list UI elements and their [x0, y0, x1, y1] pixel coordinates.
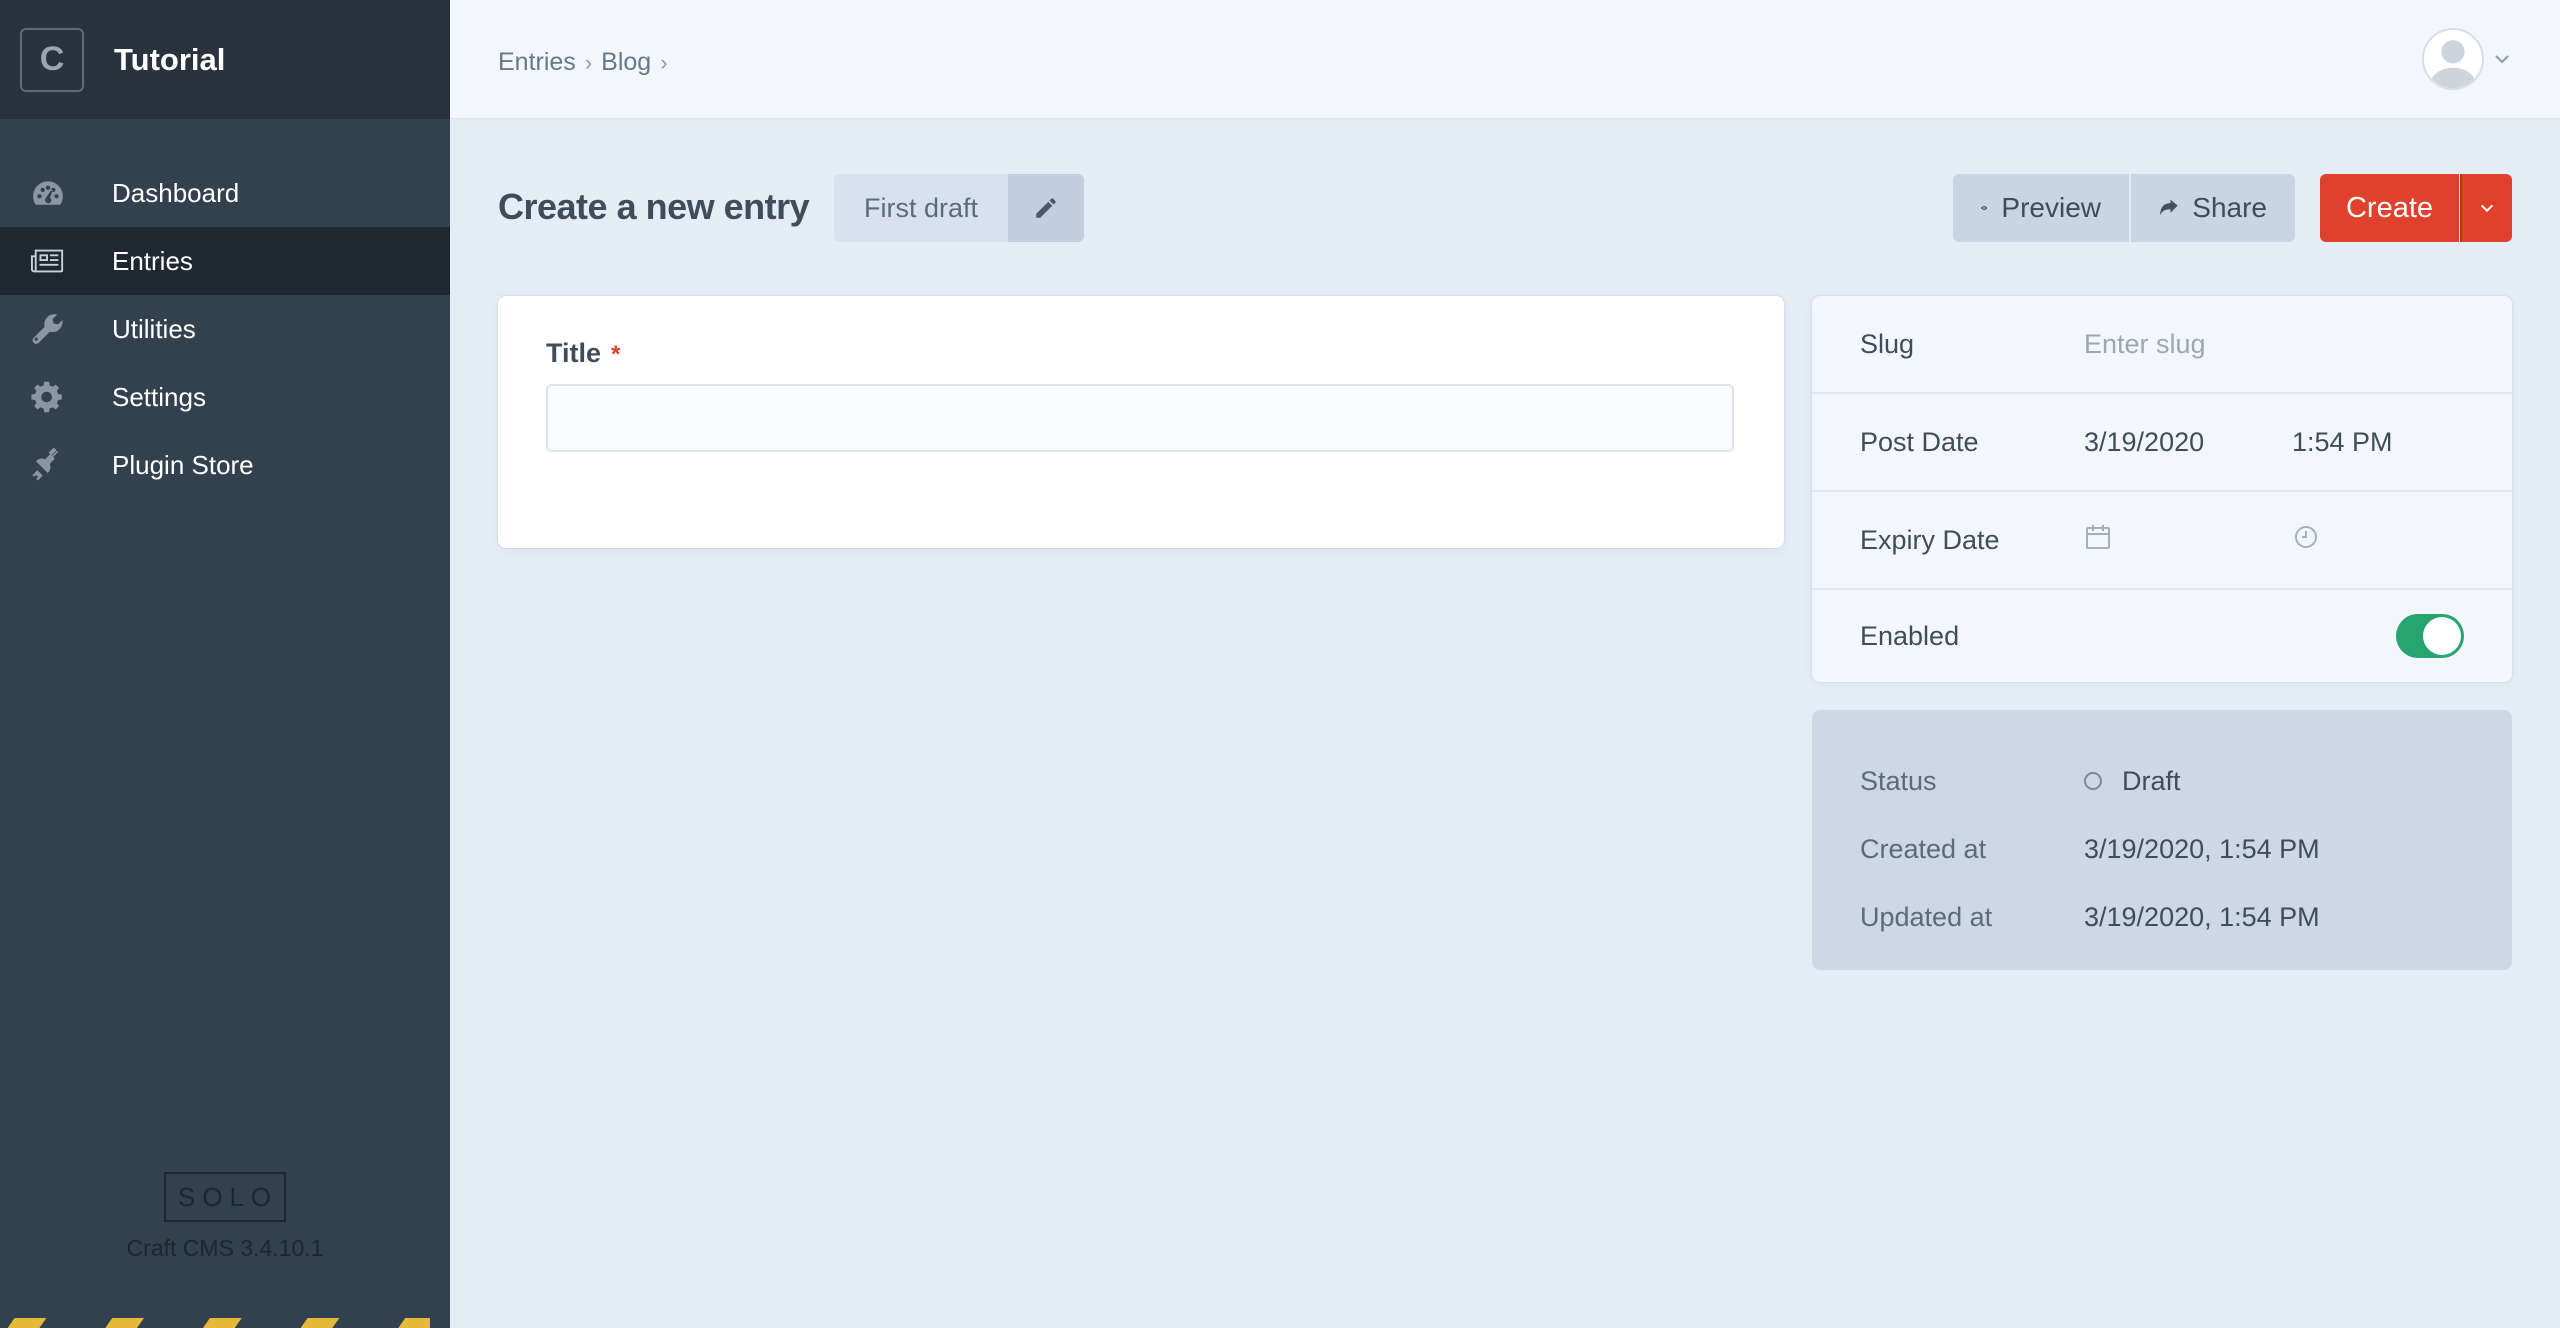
post-date-row: Post Date 3/19/2020 1:54 PM [1812, 394, 2512, 492]
site-name[interactable]: Tutorial [114, 42, 225, 78]
breadcrumb: Entries › Blog › [498, 48, 677, 77]
nav-label-plugin-store: Plugin Store [112, 449, 254, 480]
enabled-label: Enabled [1860, 620, 1960, 651]
breadcrumb-separator-icon: › [584, 49, 593, 75]
status-value: Draft [2084, 766, 2181, 797]
chevron-down-icon [2480, 204, 2494, 213]
nav-item-entries[interactable]: Entries [0, 227, 450, 295]
title-field-label: Title * [546, 338, 620, 369]
breadcrumb-separator-icon: › [660, 49, 668, 75]
nav-label-entries: Entries [112, 245, 193, 276]
breadcrumb-entries[interactable]: Entries [498, 48, 576, 77]
draft-name: First draft [834, 174, 1009, 242]
clock-icon [2295, 525, 2317, 548]
nav-item-settings[interactable]: Settings [0, 363, 450, 431]
eye-icon [1981, 205, 1988, 211]
global-header: Entries › Blog › [450, 0, 2560, 119]
main-nav: Dashboard Entries Utilities Settings Plu… [0, 159, 450, 499]
status-text: Draft [2122, 765, 2181, 796]
pencil-icon [1036, 198, 1056, 218]
preview-label: Preview [2001, 192, 2101, 223]
page-title: Create a new entry [498, 186, 810, 227]
created-label: Created at [1860, 833, 1987, 864]
avatar[interactable] [2422, 28, 2484, 90]
edition-badge[interactable]: SOLO [164, 1172, 286, 1222]
share-label: Share [2192, 192, 2267, 223]
nav-label-utilities: Utilities [112, 313, 196, 344]
slug-label: Slug [1860, 328, 1915, 359]
site-logo[interactable]: C [20, 27, 84, 92]
toggle-knob [2423, 617, 2461, 655]
status-label: Status [1860, 765, 1937, 796]
gauge-icon [0, 176, 112, 210]
share-icon [2160, 199, 2178, 216]
created-row: Created at 3/19/2020, 1:54 PM [1812, 815, 2512, 883]
wrench-icon [0, 312, 112, 346]
title-label: Title [546, 338, 602, 368]
post-date-label: Post Date [1860, 426, 1979, 457]
created-value: 3/19/2020, 1:54 PM [2084, 833, 2320, 864]
draft-name-group: First draft [834, 174, 1085, 242]
entry-meta-panel: Slug Post Date 3/19/2020 1:54 PM Expiry … [1812, 296, 2512, 682]
status-dot-icon [2084, 772, 2102, 790]
title-input[interactable] [546, 384, 1734, 452]
nav-item-utilities[interactable]: Utilities [0, 295, 450, 363]
breadcrumb-blog[interactable]: Blog [601, 48, 651, 77]
updated-value: 3/19/2020, 1:54 PM [2084, 901, 2320, 932]
required-icon: * [611, 341, 621, 368]
user-icon [2429, 40, 2477, 88]
nav-item-dashboard[interactable]: Dashboard [0, 159, 450, 227]
nav-item-plugin-store[interactable]: Plugin Store [0, 431, 450, 499]
version-text: Craft CMS 3.4.10.1 [126, 1235, 324, 1261]
plug-icon [0, 448, 112, 482]
post-time-input[interactable]: 1:54 PM [2292, 427, 2393, 458]
chevron-down-icon [2495, 55, 2509, 64]
expiry-date-label: Expiry Date [1860, 524, 2000, 555]
edit-draft-button[interactable] [1008, 174, 1085, 242]
sidebar: C Tutorial Dashboard Entries Utilities S… [0, 0, 450, 1328]
gear-icon [0, 380, 112, 414]
updated-row: Updated at 3/19/2020, 1:54 PM [1812, 883, 2512, 951]
enabled-row: Enabled [1812, 590, 2512, 682]
account-menu[interactable] [2422, 28, 2512, 90]
nav-label-settings: Settings [112, 381, 206, 412]
enabled-toggle[interactable] [2396, 614, 2464, 658]
expiry-time-input[interactable] [2292, 523, 2320, 558]
content-pane: Title * [498, 296, 1784, 548]
create-menu-button[interactable] [2460, 174, 2512, 242]
newspaper-icon [0, 244, 112, 278]
site-header: C Tutorial [0, 0, 450, 119]
slug-input[interactable] [2084, 328, 2464, 360]
preview-share-group: Preview Share [1953, 174, 2295, 242]
expiry-date-input[interactable] [2084, 523, 2292, 558]
create-button[interactable]: Create [2320, 174, 2459, 242]
entry-info-panel: Status Draft Created at 3/19/2020, 1:54 … [1812, 710, 2512, 970]
hazard-stripe [0, 1318, 430, 1328]
updated-label: Updated at [1860, 901, 1993, 932]
slug-row: Slug [1812, 296, 2512, 394]
post-date-input[interactable]: 3/19/2020 [2084, 427, 2292, 458]
status-row: Status Draft [1812, 747, 2512, 815]
calendar-icon [2086, 524, 2110, 549]
nav-label-dashboard: Dashboard [112, 177, 240, 208]
expiry-date-row: Expiry Date [1812, 492, 2512, 590]
preview-button[interactable]: Preview [1953, 174, 2131, 242]
share-button[interactable]: Share [2131, 174, 2295, 242]
